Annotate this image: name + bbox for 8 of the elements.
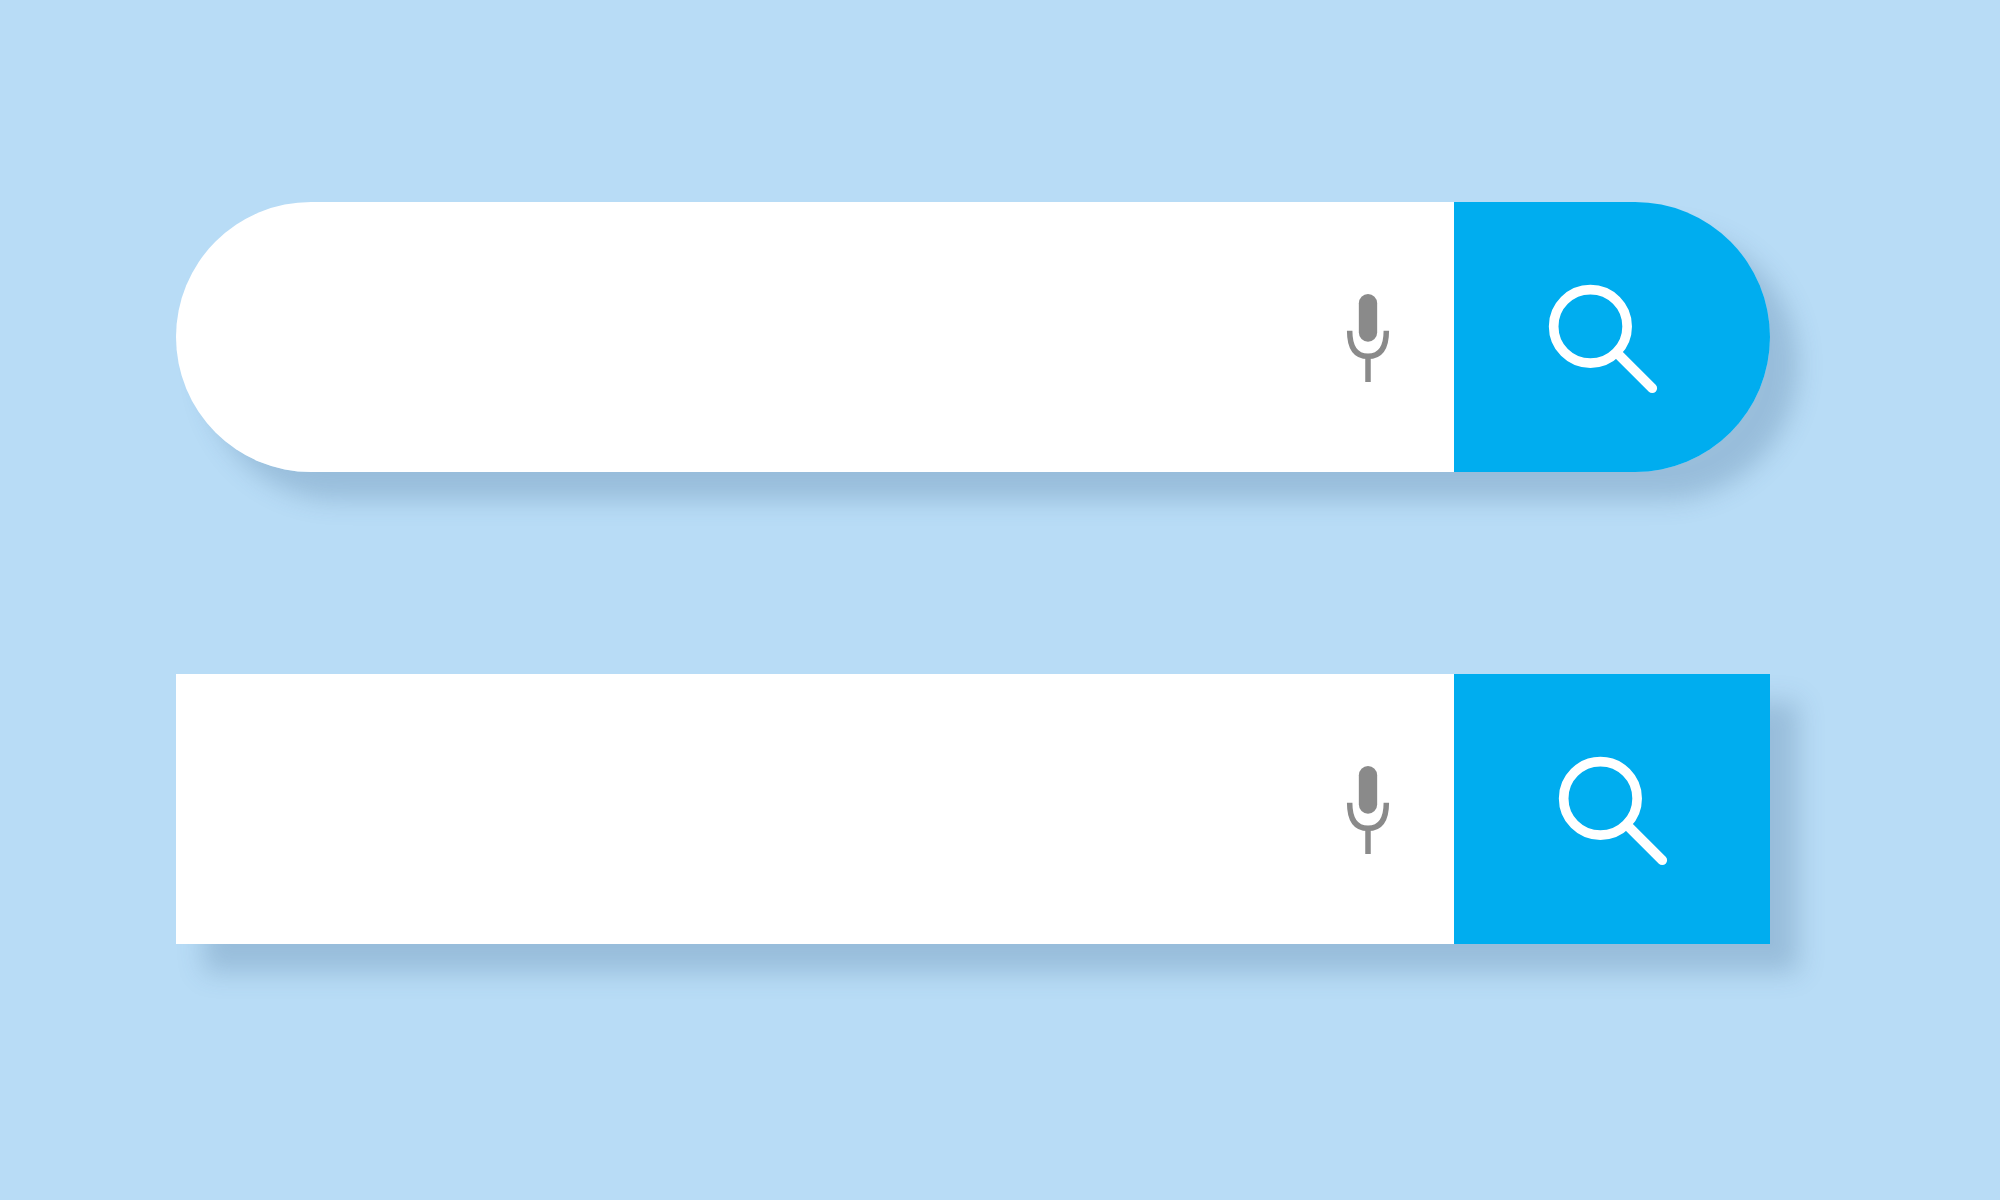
search-field[interactable] [176, 202, 1454, 472]
search-field[interactable] [176, 674, 1454, 944]
search-button[interactable] [1454, 202, 1770, 472]
search-button[interactable] [1454, 674, 1770, 944]
microphone-icon[interactable] [1346, 763, 1390, 855]
microphone-icon[interactable] [1346, 291, 1390, 383]
search-icon [1544, 279, 1660, 395]
search-icon [1554, 751, 1670, 867]
